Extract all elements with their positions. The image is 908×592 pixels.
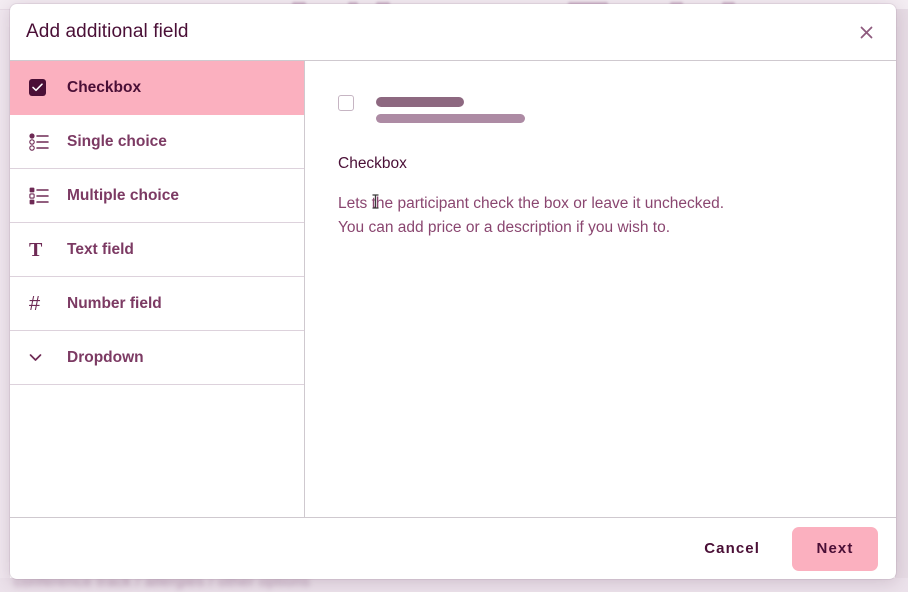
- sidebar-item-dropdown[interactable]: Dropdown: [10, 331, 304, 385]
- text-field-icon: T: [29, 238, 43, 261]
- background-left-strip: [0, 10, 10, 592]
- preview-placeholder-bars: [376, 93, 525, 123]
- add-additional-field-dialog: Add additional field Checkbox Single cho…: [10, 4, 896, 579]
- sidebar-item-label: Number field: [67, 294, 162, 312]
- sidebar-item-multiple-choice[interactable]: Multiple choice: [10, 169, 304, 223]
- preview-heading: Checkbox: [338, 155, 407, 172]
- radio-list-icon: [29, 132, 55, 151]
- sidebar-item-label: Single choice: [67, 132, 167, 150]
- sidebar-item-number-field[interactable]: # Number field: [10, 277, 304, 331]
- preview-description-line-2: You can add price or a description if yo…: [338, 219, 671, 236]
- sidebar-item-label: Text field: [67, 240, 134, 258]
- field-preview-pane: Checkbox Lets the participant check the …: [305, 61, 896, 517]
- checkbox-list-icon: [29, 187, 55, 205]
- preview-description-placeholder: [376, 114, 525, 123]
- preview-description-line-1: Lets the participant check the box or le…: [338, 195, 725, 212]
- sidebar-item-checkbox[interactable]: Checkbox: [10, 61, 304, 115]
- checkbox-icon: [29, 79, 55, 96]
- dialog-body: Checkbox Single choice Multiple choice T…: [10, 61, 896, 517]
- field-type-list: Checkbox Single choice Multiple choice T…: [10, 61, 305, 517]
- sidebar-item-label: Dropdown: [67, 348, 144, 366]
- preview-checkbox-input[interactable]: [338, 95, 354, 111]
- cancel-button[interactable]: Cancel: [690, 530, 774, 567]
- preview-label-placeholder: [376, 97, 464, 107]
- dialog-header: Add additional field: [10, 4, 896, 61]
- dialog-footer: Cancel Next: [10, 517, 896, 579]
- number-field-icon: #: [29, 292, 41, 315]
- chevron-down-icon: [29, 353, 55, 362]
- sidebar-item-label: Multiple choice: [67, 186, 179, 204]
- sidebar-item-text-field[interactable]: T Text field: [10, 223, 304, 277]
- checkbox-preview: [338, 93, 866, 123]
- close-icon[interactable]: [852, 18, 880, 46]
- sidebar-item-single-choice[interactable]: Single choice: [10, 115, 304, 169]
- preview-description: Lets the participant check the box or le…: [338, 192, 866, 240]
- next-button[interactable]: Next: [792, 526, 878, 571]
- dialog-title: Add additional field: [26, 21, 189, 42]
- sidebar-item-label: Checkbox: [67, 78, 142, 96]
- background-right-strip: [895, 10, 908, 592]
